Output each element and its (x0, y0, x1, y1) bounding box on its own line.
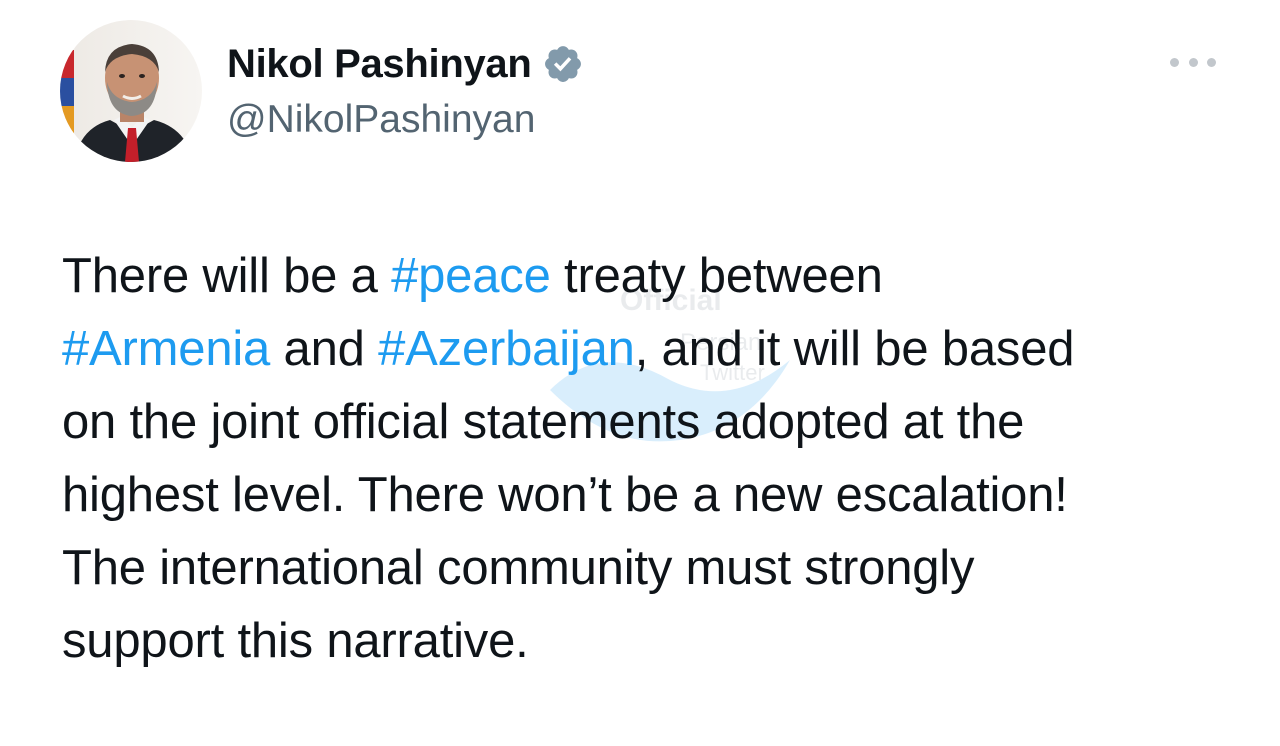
tweet-text-line: There will be a #peace treaty between (62, 240, 1242, 313)
tweet-text-line: on the joint official statements adopted… (62, 386, 1242, 459)
more-horizontal-icon (1188, 57, 1198, 67)
more-options-button[interactable] (1170, 54, 1216, 70)
author-handle[interactable]: @NikolPashinyan (227, 98, 535, 142)
tweet-text-line: #Armenia and #Azerbaijan, and it will be… (62, 313, 1242, 386)
tweet-text-segment: support this narrative. (62, 614, 529, 668)
tweet-text-line: support this narrative. (62, 605, 1242, 678)
avatar[interactable] (60, 20, 202, 162)
tweet-text-segment: highest level. There won’t be a new esca… (62, 468, 1068, 522)
more-horizontal-icon (1207, 57, 1216, 67)
verified-badge-icon (542, 43, 584, 85)
hashtag-link[interactable]: #Armenia (62, 322, 270, 376)
profile-photo-icon (60, 20, 202, 162)
tweet-card: Nikol Pashinyan @NikolPashinyan Official… (0, 0, 1280, 746)
hashtag-link[interactable]: #peace (391, 249, 551, 303)
author-display-name[interactable]: Nikol Pashinyan (227, 42, 532, 87)
tweet-text-segment: The international community must strongl… (62, 541, 975, 595)
tweet-text-segment: There will be a (62, 249, 392, 303)
tweet-text: There will be a #peace treaty between #Ar… (62, 240, 1242, 678)
hashtag-link[interactable]: #Azerbaijan (378, 322, 635, 376)
tweet-text-segment: and (270, 322, 379, 376)
tweet-text-line: highest level. There won’t be a new esca… (62, 459, 1242, 532)
author-name-row: Nikol Pashinyan (227, 38, 584, 90)
tweet-text-segment: on the joint official statements adopted… (62, 395, 1025, 449)
tweet-text-line: The international community must strongl… (62, 532, 1242, 605)
tweet-text-segment: , and it will be based (634, 322, 1075, 376)
more-horizontal-icon (1170, 57, 1179, 67)
tweet-text-segment: treaty between (550, 249, 883, 303)
